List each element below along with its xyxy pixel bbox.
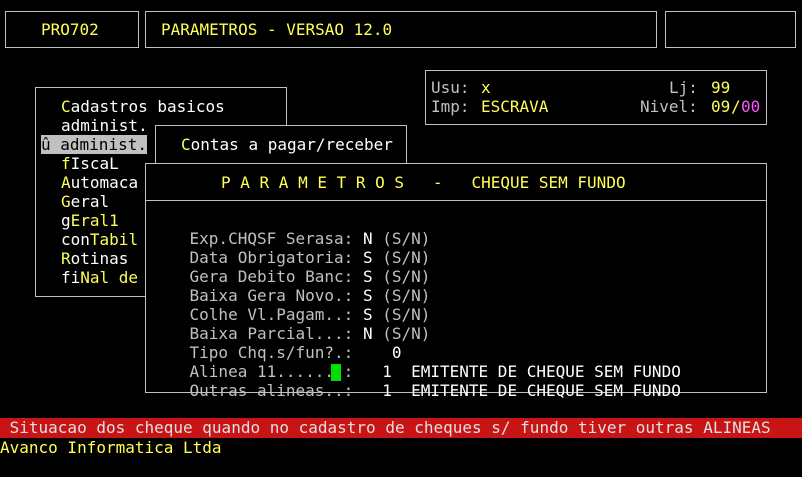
menu-item-geral1[interactable]: gEral1 — [61, 211, 119, 230]
page-title: PARAMETROS - VERSAO 12.0 — [161, 20, 393, 39]
title-box: PARAMETROS - VERSAO 12.0 — [145, 11, 657, 48]
menu-item-administ[interactable]: administ. — [61, 116, 148, 135]
lj-label: Lj: — [669, 78, 698, 97]
menu-item-final[interactable]: fiNal de — [61, 268, 138, 287]
nivel-value-2: 00 — [741, 97, 761, 116]
text-cursor — [331, 364, 341, 381]
program-code: PRO702 — [41, 20, 99, 39]
imp-label: Imp: — [431, 97, 470, 116]
nivel-separator: / — [731, 97, 741, 116]
menu-item-automacao[interactable]: Automaca — [61, 173, 138, 192]
menu-item-rotinas[interactable]: Rotinas — [61, 249, 128, 268]
field-label: Outras alineas..: — [189, 381, 354, 400]
menu-item-administ-selected[interactable]: û administ. — [41, 135, 147, 154]
field-hint: EMITENTE DE CHEQUE SEM FUNDO — [411, 381, 681, 400]
field-value[interactable]: 1 — [382, 381, 392, 400]
footer-company: Avanco Informatica Ltda — [0, 438, 222, 457]
nivel-value: 09 — [711, 97, 731, 116]
user-panel: Usu: x Lj: 99 Imp: ESCRAVA Nivel: 09 / 0… — [425, 70, 767, 125]
status-bar: Situacao dos cheque quando no cadastro d… — [0, 418, 802, 438]
program-code-box: PRO702 — [5, 11, 139, 48]
imp-value: ESCRAVA — [481, 97, 549, 116]
menu-item-contabil[interactable]: conTabil — [61, 230, 138, 249]
usu-value: x — [481, 78, 491, 97]
lj-value: 99 — [711, 78, 731, 97]
submenu-item-contas[interactable]: Contas a pagar/receber — [181, 135, 393, 154]
field-outras-alineas: Outras alineas..: 1 EMITENTE DE CHEQUE S… — [151, 362, 681, 419]
usu-label: Usu: — [431, 78, 470, 97]
nivel-label: Nivel: — [640, 97, 698, 116]
dialog-title: P A R A M E T R O S - CHEQUE SEM FUNDO — [221, 173, 626, 192]
menu-item-cadastros[interactable]: Cadastros basicos — [61, 97, 225, 116]
dialog-title-bar: P A R A M E T R O S - CHEQUE SEM FUNDO — [146, 164, 766, 201]
header-right-box — [665, 11, 796, 48]
menu-item-fiscal[interactable]: fIscaL — [61, 154, 119, 173]
menu-item-geral[interactable]: Geral — [61, 192, 109, 211]
